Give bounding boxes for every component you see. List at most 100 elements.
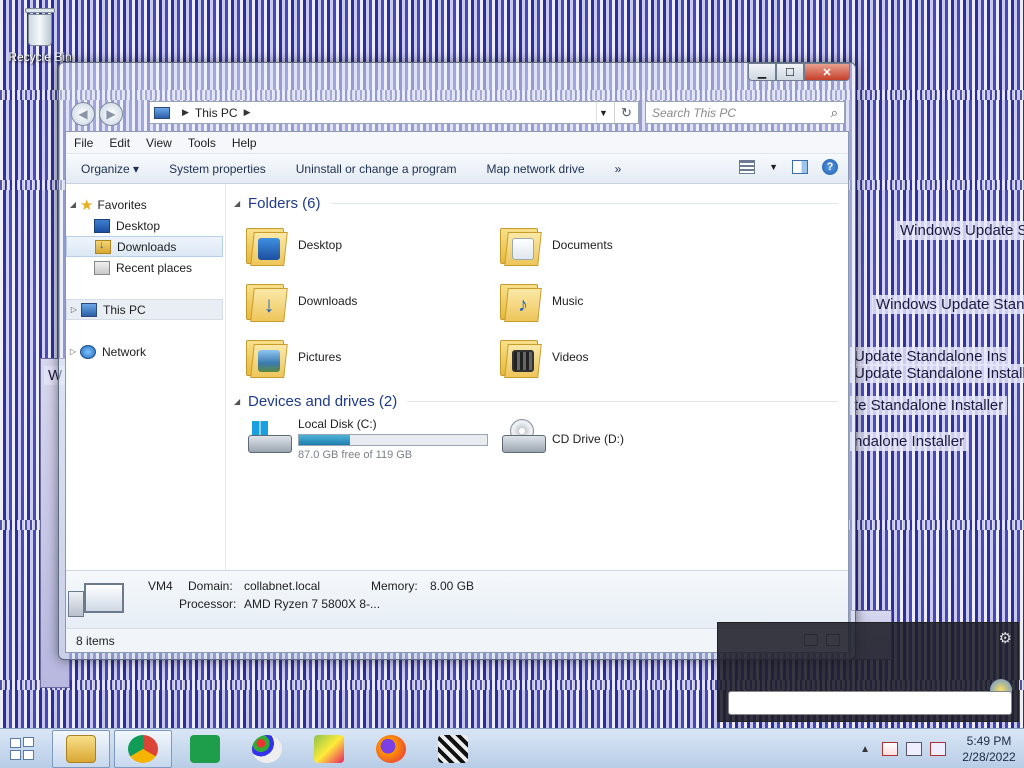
- group-title: Devices and drives (2): [248, 392, 398, 410]
- sidebar-item-downloads[interactable]: Downloads: [66, 236, 223, 257]
- chevron-right-icon: ▶: [182, 107, 189, 117]
- command-bar: Organize ▾ System properties Uninstall o…: [66, 154, 848, 184]
- show-hidden-icons[interactable]: ▲: [860, 744, 870, 755]
- background-text: Update Standalone Installe: [850, 364, 1024, 383]
- details-pane: VM4 Domain: collabnet.local Memory: 8.00…: [66, 570, 848, 628]
- menu-edit[interactable]: Edit: [101, 136, 138, 150]
- drive-cd-d[interactable]: CD Drive (D:): [500, 414, 754, 464]
- chrome-icon: [128, 735, 158, 763]
- folder-pictures[interactable]: Pictures: [246, 332, 500, 382]
- action-center-flag-icon[interactable]: [882, 742, 898, 756]
- this-pc-icon: [81, 302, 97, 317]
- sidebar-item-label: Network: [102, 344, 147, 359]
- paint-icon: [252, 735, 282, 763]
- change-view-icon[interactable]: [739, 160, 756, 174]
- file-explorer-icon: [66, 735, 96, 763]
- navigation-pane: ◢ ★ Favorites Desktop Downloads Rec: [66, 184, 226, 592]
- taskbar-chrome[interactable]: [114, 730, 172, 768]
- group-title: Folders (6): [248, 194, 321, 212]
- drive-local-c[interactable]: Local Disk (C:) 87.0 GB free of 119 GB: [246, 414, 500, 464]
- network-status-icon[interactable]: [906, 742, 922, 756]
- expand-icon[interactable]: ◢: [66, 200, 80, 209]
- preview-pane-icon[interactable]: [792, 160, 808, 174]
- menu-bar: File Edit View Tools Help: [66, 132, 848, 154]
- system-tray: ▲ 5:49 PM 2/28/2022: [860, 729, 1024, 768]
- help-icon[interactable]: ?: [822, 159, 838, 175]
- menu-file[interactable]: File: [66, 136, 101, 150]
- clapperboard-icon: [438, 735, 468, 763]
- domain-value: collabnet.local: [244, 579, 321, 593]
- organize-button[interactable]: Organize ▾: [66, 162, 154, 176]
- disk-free-text: 87.0 GB free of 119 GB: [298, 449, 413, 461]
- system-properties-button[interactable]: System properties: [154, 162, 281, 176]
- uninstall-program-button[interactable]: Uninstall or change a program: [281, 162, 472, 176]
- taskbar-paint[interactable]: [238, 730, 296, 768]
- folder-label: Documents: [552, 238, 613, 252]
- menu-view[interactable]: View: [138, 136, 180, 150]
- folder-label: Pictures: [298, 350, 342, 364]
- sidebar-item-this-pc[interactable]: ▷ This PC: [66, 299, 223, 320]
- address-dropdown-icon[interactable]: ▼: [596, 102, 610, 123]
- refresh-icon[interactable]: ↻: [614, 102, 638, 123]
- drive-label: CD Drive (D:): [552, 432, 624, 446]
- folder-documents[interactable]: Documents: [500, 220, 754, 270]
- hard-drive-icon: [246, 419, 294, 459]
- sidebar-item-network[interactable]: ▷ Network: [66, 341, 225, 362]
- folders-group-header[interactable]: ◢ Folders (6): [234, 192, 848, 214]
- expand-icon[interactable]: ▷: [66, 347, 80, 356]
- background-text: Windows Update S: [896, 221, 1024, 240]
- taskbar-media-player[interactable]: [300, 730, 358, 768]
- panel-input[interactable]: [728, 691, 1012, 715]
- menu-help[interactable]: Help: [224, 136, 265, 150]
- firefox-icon: [376, 735, 406, 763]
- clock-time: 5:49 PM: [966, 734, 1012, 748]
- sidebar-item-label: Desktop: [116, 218, 161, 233]
- folder-label: Downloads: [298, 294, 358, 308]
- recycle-bin[interactable]: Recycle Bin: [8, 4, 72, 64]
- back-button[interactable]: ◀: [71, 102, 95, 126]
- view-dropdown-icon[interactable]: ▼: [769, 162, 778, 172]
- folder-music[interactable]: ♪ Music: [500, 276, 754, 326]
- search-input[interactable]: Search This PC ⌕: [645, 101, 845, 124]
- music-folder-icon: ♪: [500, 280, 542, 322]
- content-pane: ◢ Folders (6) Desktop Documents ↓ Downlo…: [226, 184, 848, 592]
- star-icon: ★: [80, 196, 94, 214]
- domain-key: Domain:: [188, 579, 233, 593]
- chevron-right-icon[interactable]: ▶: [244, 107, 251, 118]
- address-bar[interactable]: ▶ This PC ▶ ▼ ↻: [149, 101, 639, 124]
- expand-icon[interactable]: ▷: [67, 305, 81, 314]
- search-icon[interactable]: ⌕: [831, 105, 838, 121]
- folder-downloads[interactable]: ↓ Downloads: [246, 276, 500, 326]
- taskbar-file-explorer[interactable]: [52, 730, 110, 768]
- taskbar-clapper[interactable]: [424, 730, 482, 768]
- menu-tools[interactable]: Tools: [180, 136, 224, 150]
- processor-key: Processor:: [179, 597, 237, 611]
- folder-label: Videos: [552, 350, 589, 364]
- more-commands-button[interactable]: »: [600, 162, 637, 176]
- forward-button[interactable]: ▶: [99, 102, 123, 126]
- recent-places-icon: [94, 260, 110, 275]
- folder-videos[interactable]: Videos: [500, 332, 754, 382]
- sidebar-item-desktop[interactable]: Desktop: [66, 215, 225, 236]
- taskbar-firefox[interactable]: [362, 730, 420, 768]
- start-button[interactable]: [10, 737, 36, 761]
- volume-muted-icon[interactable]: [930, 742, 946, 756]
- drive-label: Local Disk (C:): [298, 417, 377, 431]
- sidebar-item-favorites[interactable]: ◢ ★ Favorites: [66, 194, 225, 215]
- taskbar-store[interactable]: [176, 730, 234, 768]
- store-icon: [190, 735, 220, 763]
- pictures-folder-icon: [246, 336, 288, 378]
- network-icon: [80, 344, 96, 359]
- background-text: ndalone Installer: [850, 432, 969, 451]
- collapse-icon[interactable]: ◢: [234, 397, 248, 406]
- drives-group-header[interactable]: ◢ Devices and drives (2): [234, 390, 848, 412]
- map-network-drive-button[interactable]: Map network drive: [472, 162, 600, 176]
- gear-icon[interactable]: ⚙: [999, 629, 1012, 647]
- disk-usage-bar: [298, 434, 488, 446]
- videos-folder-icon: [500, 336, 542, 378]
- clock[interactable]: 5:49 PM 2/28/2022: [954, 733, 1024, 765]
- folder-desktop[interactable]: Desktop: [246, 220, 500, 270]
- sidebar-item-recent-places[interactable]: Recent places: [66, 257, 225, 278]
- collapse-icon[interactable]: ◢: [234, 199, 248, 208]
- documents-folder-icon: [500, 224, 542, 266]
